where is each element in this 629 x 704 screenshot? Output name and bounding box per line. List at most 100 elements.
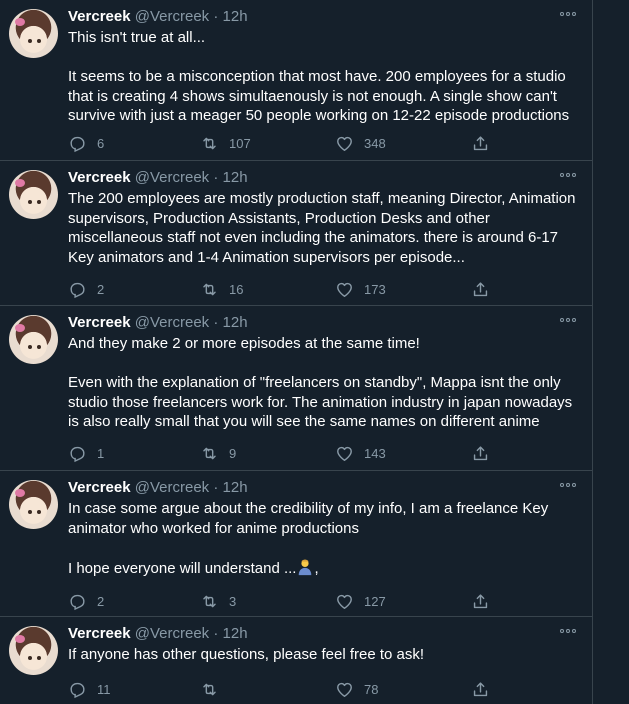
like-button[interactable]: 348 xyxy=(335,133,386,153)
display-name[interactable]: Vercreek xyxy=(68,314,131,331)
retweet-icon xyxy=(203,447,216,459)
like-count: 127 xyxy=(364,593,386,609)
share-button[interactable] xyxy=(471,591,500,611)
tweet-paragraph: Even with the explanation of "freelancer… xyxy=(68,374,573,430)
timestamp[interactable]: 12h xyxy=(223,8,248,25)
more-options-icon[interactable] xyxy=(560,11,576,17)
avatar[interactable] xyxy=(9,170,58,219)
timestamp[interactable]: 12h xyxy=(223,625,248,642)
user-handle[interactable]: @Vercreek xyxy=(135,8,209,25)
share-button[interactable] xyxy=(471,279,500,299)
more-options-icon[interactable] xyxy=(560,317,576,323)
avatar[interactable] xyxy=(9,315,58,364)
avatar[interactable] xyxy=(9,480,58,529)
like-count: 78 xyxy=(364,681,379,697)
separator-dot: · xyxy=(213,314,219,331)
retweet-count: 3 xyxy=(229,593,237,609)
reply-count: 1 xyxy=(97,445,105,461)
reply-icon xyxy=(70,594,85,610)
tweet-text: In case some argue about the credibility… xyxy=(68,499,583,578)
retweet-icon xyxy=(203,683,216,695)
share-button[interactable] xyxy=(471,679,500,699)
retweet-count: 107 xyxy=(229,135,251,151)
avatar[interactable] xyxy=(9,626,58,675)
retweet-button[interactable]: 16 xyxy=(200,279,243,299)
reply-icon xyxy=(70,282,85,298)
avatar[interactable] xyxy=(9,9,58,58)
like-count: 143 xyxy=(364,445,386,461)
like-count: 348 xyxy=(364,135,386,151)
heart-icon xyxy=(337,136,352,151)
heart-icon xyxy=(337,282,352,297)
display-name[interactable]: Vercreek xyxy=(68,169,131,186)
tweet-header: Vercreek @Vercreek · 12h xyxy=(68,8,248,26)
tweet-text: If anyone has other questions, please fe… xyxy=(68,645,583,665)
more-options-icon[interactable] xyxy=(560,172,576,178)
display-name[interactable]: Vercreek xyxy=(68,625,131,642)
more-options-icon[interactable] xyxy=(560,628,576,634)
reply-icon xyxy=(70,682,85,698)
tweet[interactable]: Vercreek @Vercreek · 12h If anyone has o… xyxy=(0,617,592,704)
user-handle[interactable]: @Vercreek xyxy=(135,169,209,186)
share-icon xyxy=(473,681,488,696)
reply-button[interactable]: 11 xyxy=(68,679,111,699)
timestamp[interactable]: 12h xyxy=(223,314,248,331)
column-border xyxy=(592,0,593,704)
heart-icon xyxy=(337,682,352,697)
reply-button[interactable]: 2 xyxy=(68,279,104,299)
tweet-actions: 2 3 127 xyxy=(68,591,498,611)
tweet[interactable]: Vercreek @Vercreek · 12h In case some ar… xyxy=(0,471,592,617)
reply-button[interactable]: 1 xyxy=(68,443,104,463)
retweet-count: 16 xyxy=(229,281,244,297)
tweet-paragraph: In case some argue about the credibility… xyxy=(68,500,549,537)
user-handle[interactable]: @Vercreek xyxy=(135,625,209,642)
reply-button[interactable]: 2 xyxy=(68,591,104,611)
retweet-button[interactable]: 9 xyxy=(200,443,236,463)
tweet[interactable]: Vercreek @Vercreek · 12h The 200 employe… xyxy=(0,161,592,306)
like-button[interactable]: 78 xyxy=(335,679,378,699)
like-count: 173 xyxy=(364,281,386,297)
user-handle[interactable]: @Vercreek xyxy=(135,314,209,331)
timestamp[interactable]: 12h xyxy=(223,479,248,496)
tweet-text: And they make 2 or more episodes at the … xyxy=(68,334,583,432)
user-handle[interactable]: @Vercreek xyxy=(135,479,209,496)
tweet-text: This isn't true at all... It seems to be… xyxy=(68,28,583,126)
separator-dot: · xyxy=(213,625,219,642)
tweet[interactable]: Vercreek @Vercreek · 12h And they make 2… xyxy=(0,306,592,471)
tweet-actions: 2 16 173 xyxy=(68,279,498,299)
tweet-paragraph: If anyone has other questions, please fe… xyxy=(68,646,425,663)
share-icon xyxy=(473,281,488,296)
tweet-header: Vercreek @Vercreek · 12h xyxy=(68,479,248,497)
share-button[interactable] xyxy=(471,443,500,463)
retweet-icon xyxy=(203,595,216,607)
retweet-button[interactable]: 107 xyxy=(200,133,251,153)
display-name[interactable]: Vercreek xyxy=(68,8,131,25)
tweet-paragraph: It seems to be a misconception that most… xyxy=(68,68,570,124)
reply-count: 11 xyxy=(97,681,111,697)
tweet-actions: 6 107 348 xyxy=(68,133,498,153)
timestamp[interactable]: 12h xyxy=(223,169,248,186)
retweet-count: 9 xyxy=(229,445,237,461)
heart-icon xyxy=(337,446,352,461)
share-icon xyxy=(473,593,488,608)
tweet-paragraph: And they make 2 or more episodes at the … xyxy=(68,335,420,352)
like-button[interactable]: 173 xyxy=(335,279,386,299)
like-button[interactable]: 127 xyxy=(335,591,386,611)
tweet-header: Vercreek @Vercreek · 12h xyxy=(68,169,248,187)
retweet-button[interactable] xyxy=(200,679,229,699)
separator-dot: · xyxy=(213,479,219,496)
display-name[interactable]: Vercreek xyxy=(68,479,131,496)
tweet-header: Vercreek @Vercreek · 12h xyxy=(68,625,248,643)
tweet-text: The 200 employees are mostly production … xyxy=(68,189,583,267)
separator-dot: · xyxy=(213,169,219,186)
tweet[interactable]: Vercreek @Vercreek · 12h This isn't true… xyxy=(0,0,592,161)
tweet-paragraph: I hope everyone will understand ..., xyxy=(68,558,583,579)
reply-button[interactable]: 6 xyxy=(68,133,104,153)
person-bowing-emoji xyxy=(299,559,312,575)
retweet-button[interactable]: 3 xyxy=(200,591,236,611)
more-options-icon[interactable] xyxy=(560,482,576,488)
share-button[interactable] xyxy=(471,133,500,153)
retweet-icon xyxy=(203,283,216,295)
like-button[interactable]: 143 xyxy=(335,443,386,463)
tweet-paragraph: This isn't true at all... xyxy=(68,29,206,46)
